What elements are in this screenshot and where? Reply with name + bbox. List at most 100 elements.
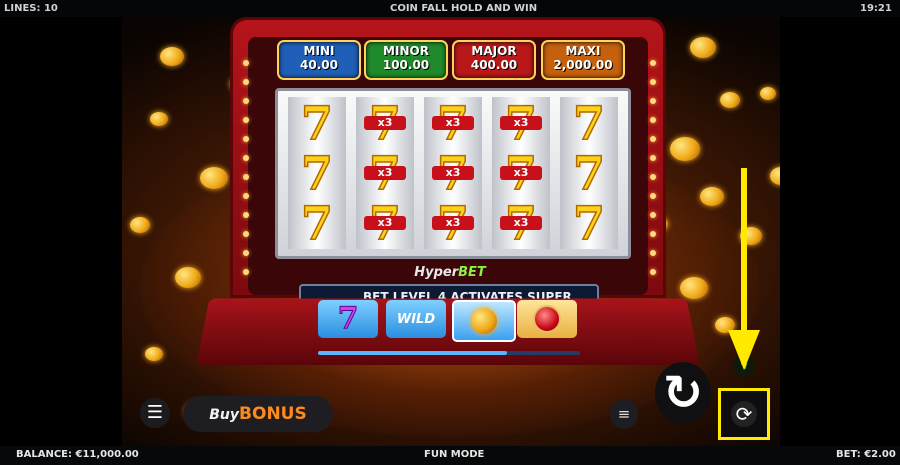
- hyperbet-level-fill: [318, 351, 507, 355]
- buy-bonus-label-buy: Buy: [209, 407, 240, 423]
- jackpot-major-value: 400.00: [470, 58, 518, 72]
- reel-symbol: 7: [290, 199, 344, 247]
- seven-symbol-icon: 7: [337, 301, 359, 336]
- light-bulb: [243, 136, 249, 142]
- hyperbet-logo-bet: BET: [458, 265, 486, 280]
- light-bulb: [650, 60, 656, 66]
- right-letterbox: [780, 17, 900, 446]
- light-bulb: [650, 98, 656, 104]
- jackpot-minor-value: 100.00: [382, 58, 430, 72]
- hyperbet-logo: HyperBET: [400, 265, 500, 281]
- game-title: COIN FALL HOLD AND WIN: [390, 3, 538, 14]
- multiplier-badge: x3: [500, 116, 542, 130]
- light-bulb: [243, 231, 249, 237]
- mode-label: FUN MODE: [424, 449, 485, 460]
- light-bulb: [243, 117, 249, 123]
- feature-coin-tile[interactable]: [452, 300, 516, 342]
- reel-3: 7x37x37x3: [424, 97, 482, 249]
- reel-4: 7x37x37x3: [492, 97, 550, 249]
- light-bulb: [650, 117, 656, 123]
- light-bulb: [650, 136, 656, 142]
- hyperbet-logo-hyper: Hyper: [414, 265, 459, 280]
- reel-symbol: 7x3: [494, 99, 548, 147]
- coin-icon: [471, 308, 497, 334]
- wild-label: WILD: [396, 311, 436, 327]
- gold-coin: [160, 47, 184, 66]
- gold-coin: [130, 217, 150, 233]
- buy-bonus-button[interactable]: BuyBONUS: [183, 396, 333, 432]
- balance-display: BALANCE: €11,000.00: [16, 449, 139, 460]
- reel-symbol: 7x3: [358, 99, 412, 147]
- buy-bonus-label-bonus: BONUS: [239, 404, 307, 424]
- gold-coin: [700, 187, 724, 206]
- feature-gem-tile[interactable]: [517, 300, 577, 338]
- bet-display: BET: €2.00: [836, 449, 896, 460]
- reel-symbol: 7: [290, 99, 344, 147]
- jackpot-major-label: MAJOR: [471, 44, 517, 58]
- hyperbet-console: [196, 298, 700, 366]
- seven-symbol-icon: 7: [572, 196, 606, 250]
- gold-coin: [690, 37, 716, 58]
- multiplier-badge: x3: [432, 116, 474, 130]
- gold-coin: [680, 277, 708, 299]
- light-bulb: [650, 269, 656, 275]
- multiplier-badge: x3: [364, 216, 406, 230]
- seven-symbol-icon: 7: [300, 146, 334, 200]
- cabinet-lights-left: [243, 60, 249, 290]
- spin-arrow-icon: ↻: [662, 365, 704, 421]
- autoplay-icon: ⟳: [731, 401, 757, 427]
- spin-button[interactable]: ↻: [655, 362, 711, 424]
- multiplier-badge: x3: [364, 166, 406, 180]
- gold-coin: [150, 112, 168, 126]
- gold-coin: [200, 167, 228, 189]
- reel-symbol: 7x3: [426, 149, 480, 197]
- seven-symbol-icon: 7: [572, 146, 606, 200]
- light-bulb: [650, 250, 656, 256]
- gold-coin: [760, 87, 776, 100]
- jackpot-minor: MINOR 100.00: [364, 40, 448, 80]
- reel-symbol: 7x3: [358, 149, 412, 197]
- reel-window: 7777x37x37x37x37x37x37x37x37x3777: [275, 88, 631, 259]
- feature-seven-tile[interactable]: 7: [318, 300, 378, 338]
- jackpot-mini: MINI 40.00: [277, 40, 361, 80]
- multiplier-badge: x3: [432, 216, 474, 230]
- annotation-arrow-head: [728, 330, 760, 370]
- light-bulb: [650, 193, 656, 199]
- menu-button[interactable]: ☰: [140, 398, 170, 428]
- light-bulb: [243, 269, 249, 275]
- feature-wild-tile[interactable]: WILD: [386, 300, 446, 338]
- jackpot-minor-label: MINOR: [383, 44, 429, 58]
- reel-symbol: 7: [562, 199, 616, 247]
- jackpot-maxi-value: 2,000.00: [553, 58, 613, 72]
- hyperbet-level-bar[interactable]: [318, 351, 580, 355]
- cabinet-lights-right: [650, 60, 656, 290]
- reel-symbol: 7x3: [426, 199, 480, 247]
- hamburger-icon: ☰: [146, 402, 164, 423]
- light-bulb: [243, 250, 249, 256]
- coin-stack-icon: ≡: [617, 405, 631, 423]
- reel-symbol: 7: [562, 149, 616, 197]
- reel-2: 7x37x37x3: [356, 97, 414, 249]
- annotation-arrow-shaft: [741, 168, 747, 343]
- clock: 19:21: [860, 3, 892, 14]
- gold-coin: [175, 267, 201, 288]
- bottom-status-bar: BALANCE: €11,000.00 FUN MODE BET: €2.00: [0, 446, 900, 465]
- light-bulb: [243, 79, 249, 85]
- reel-symbol: 7x3: [494, 199, 548, 247]
- reel-symbol: 7x3: [494, 149, 548, 197]
- top-status-bar: LINES: 10 COIN FALL HOLD AND WIN 19:21: [0, 0, 900, 17]
- stake-button[interactable]: ≡: [610, 399, 638, 429]
- reel-symbol: 7x3: [358, 199, 412, 247]
- autoplay-button[interactable]: ⟳: [718, 388, 770, 440]
- ruby-gem-icon: [533, 305, 561, 333]
- reel-1: 777: [288, 97, 346, 249]
- light-bulb: [243, 98, 249, 104]
- light-bulb: [243, 193, 249, 199]
- jackpot-mini-value: 40.00: [300, 58, 338, 72]
- seven-symbol-icon: 7: [300, 96, 334, 150]
- seven-symbol-icon: 7: [300, 196, 334, 250]
- light-bulb: [243, 155, 249, 161]
- reel-symbol: 7: [290, 149, 344, 197]
- jackpot-major: MAJOR 400.00: [452, 40, 536, 80]
- multiplier-badge: x3: [500, 166, 542, 180]
